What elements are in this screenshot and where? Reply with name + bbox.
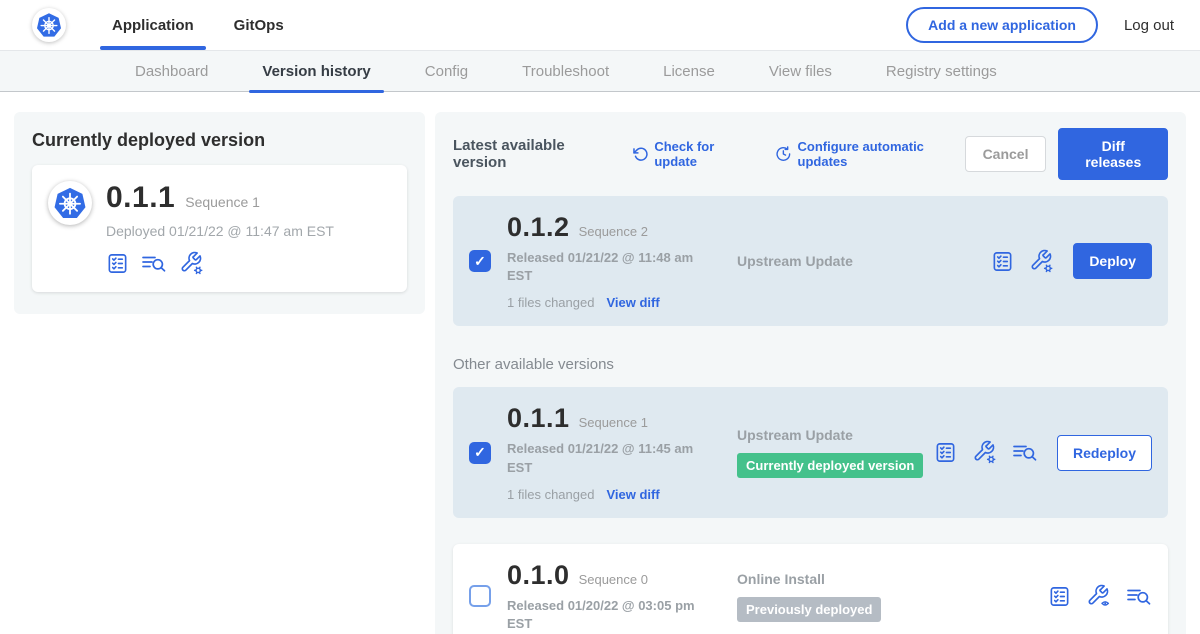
subnav-tab-license[interactable]: License [636, 51, 742, 91]
app-subnav: Dashboard Version history Config Trouble… [0, 50, 1200, 92]
subnav-tab-label: Troubleshoot [522, 63, 609, 80]
version-checkbox[interactable] [469, 585, 491, 607]
version-source: Upstream Update Currently deployed versi… [725, 427, 934, 478]
preflight-checks-icon[interactable] [991, 250, 1014, 273]
deployed-version-details: 0.1.1 Sequence 1 Deployed 01/21/22 @ 11:… [106, 181, 334, 276]
version-checkbox[interactable]: ✓ [469, 442, 491, 464]
active-tab-underline [100, 46, 206, 50]
check-for-update-link[interactable]: Check for update [633, 139, 753, 169]
version-card-0-1-1: ✓ 0.1.1 Sequence 1 Released 01/21/22 @ 1… [453, 387, 1168, 517]
version-number: 0.1.2 [507, 212, 570, 243]
deployed-sequence: Sequence 1 [185, 194, 260, 210]
version-sequence: Sequence 1 [579, 415, 648, 430]
logout-link[interactable]: Log out [1124, 17, 1174, 34]
version-info: 0.1.0 Sequence 0 Released 01/20/22 @ 03:… [507, 560, 725, 633]
check-for-update-label: Check for update [654, 139, 752, 169]
deployed-timestamp: Deployed 01/21/22 @ 11:47 am EST [106, 223, 334, 239]
version-actions: Deploy [991, 243, 1152, 279]
subnav-tab-label: View files [769, 63, 832, 80]
tab-gitops-label: GitOps [234, 17, 284, 34]
version-number: 0.1.1 [507, 403, 570, 434]
view-config-icon[interactable] [1086, 584, 1111, 609]
configure-automatic-updates-link[interactable]: Configure automatic updates [775, 139, 965, 169]
tab-gitops[interactable]: GitOps [222, 0, 296, 50]
preflight-checks-icon[interactable] [1048, 585, 1071, 608]
other-available-versions-label: Other available versions [453, 356, 1168, 373]
subnav-tab-label: License [663, 63, 715, 80]
subnav-tab-registry-settings[interactable]: Registry settings [859, 51, 1024, 91]
version-number: 0.1.0 [507, 560, 570, 591]
active-subnav-underline [249, 90, 383, 93]
latest-available-title: Latest available version [453, 137, 611, 171]
view-diff-link[interactable]: View diff [606, 487, 659, 502]
currently-deployed-panel: Currently deployed version 0 [14, 112, 425, 314]
version-actions [1048, 584, 1152, 609]
released-timestamp: Released 01/20/22 @ 03:05 pm EST [507, 597, 703, 633]
edit-config-icon[interactable] [1029, 249, 1054, 274]
version-checkbox[interactable]: ✓ [469, 250, 491, 272]
deployed-version-card: 0.1.1 Sequence 1 Deployed 01/21/22 @ 11:… [32, 165, 407, 292]
files-changed: 1 files changed [507, 487, 594, 502]
configure-automatic-updates-label: Configure automatic updates [798, 139, 965, 169]
version-actions: Redeploy [934, 435, 1152, 471]
redeploy-button[interactable]: Redeploy [1057, 435, 1152, 471]
version-sequence: Sequence 0 [579, 572, 648, 587]
currently-deployed-badge: Currently deployed version [737, 453, 923, 478]
version-info: 0.1.1 Sequence 1 Released 01/21/22 @ 11:… [507, 403, 725, 501]
previously-deployed-badge: Previously deployed [737, 597, 881, 622]
version-source: Upstream Update [725, 253, 991, 269]
version-info: 0.1.2 Sequence 2 Released 01/21/22 @ 11:… [507, 212, 725, 310]
version-source: Online Install Previously deployed [725, 571, 1048, 622]
available-versions-panel: Latest available version Check for updat… [435, 112, 1186, 634]
cancel-button[interactable]: Cancel [965, 136, 1047, 172]
subnav-tab-label: Version history [262, 63, 370, 80]
available-versions-header: Latest available version Check for updat… [453, 128, 1168, 180]
version-card-0-1-0: 0.1.0 Sequence 0 Released 01/20/22 @ 03:… [453, 544, 1168, 634]
released-timestamp: Released 01/21/22 @ 11:45 am EST [507, 440, 703, 476]
source-label: Upstream Update [737, 253, 991, 269]
version-sequence: Sequence 2 [579, 224, 648, 239]
add-new-application-button[interactable]: Add a new application [906, 7, 1098, 43]
refresh-icon [633, 146, 649, 163]
deployed-version-number: 0.1.1 [106, 181, 175, 215]
subnav-tab-view-files[interactable]: View files [742, 51, 859, 91]
kubernetes-app-icon [52, 185, 88, 221]
subnav-tab-version-history[interactable]: Version history [235, 51, 397, 91]
diff-releases-button[interactable]: Diff releases [1058, 128, 1168, 180]
subnav-tab-label: Registry settings [886, 63, 997, 80]
edit-config-icon[interactable] [972, 440, 997, 465]
deploy-logs-icon[interactable] [141, 252, 167, 275]
preflight-checks-icon[interactable] [106, 252, 129, 275]
tab-application[interactable]: Application [100, 0, 206, 50]
released-timestamp: Released 01/21/22 @ 11:48 am EST [507, 249, 703, 285]
subnav-tab-label: Dashboard [135, 63, 208, 80]
top-navbar: Application GitOps Add a new application… [0, 0, 1200, 50]
subnav-tab-troubleshoot[interactable]: Troubleshoot [495, 51, 636, 91]
schedule-update-icon [775, 145, 792, 163]
app-icon [48, 181, 92, 225]
deploy-logs-icon[interactable] [1012, 441, 1038, 464]
deploy-logs-icon[interactable] [1126, 585, 1152, 608]
version-card-0-1-2: ✓ 0.1.2 Sequence 2 Released 01/21/22 @ 1… [453, 196, 1168, 326]
edit-config-icon[interactable] [179, 251, 204, 276]
main-content: Currently deployed version 0 [0, 92, 1200, 634]
files-changed: 1 files changed [507, 295, 594, 310]
view-diff-link[interactable]: View diff [606, 295, 659, 310]
kubernetes-logo-icon [35, 11, 63, 39]
kubernetes-logo [32, 8, 66, 42]
tab-application-label: Application [112, 17, 194, 34]
subnav-tab-config[interactable]: Config [398, 51, 495, 91]
source-label: Upstream Update [737, 427, 934, 443]
deploy-button[interactable]: Deploy [1073, 243, 1152, 279]
subnav-tab-dashboard[interactable]: Dashboard [108, 51, 235, 91]
source-label: Online Install [737, 571, 1048, 587]
subnav-tab-label: Config [425, 63, 468, 80]
currently-deployed-title: Currently deployed version [32, 130, 407, 151]
preflight-checks-icon[interactable] [934, 441, 957, 464]
